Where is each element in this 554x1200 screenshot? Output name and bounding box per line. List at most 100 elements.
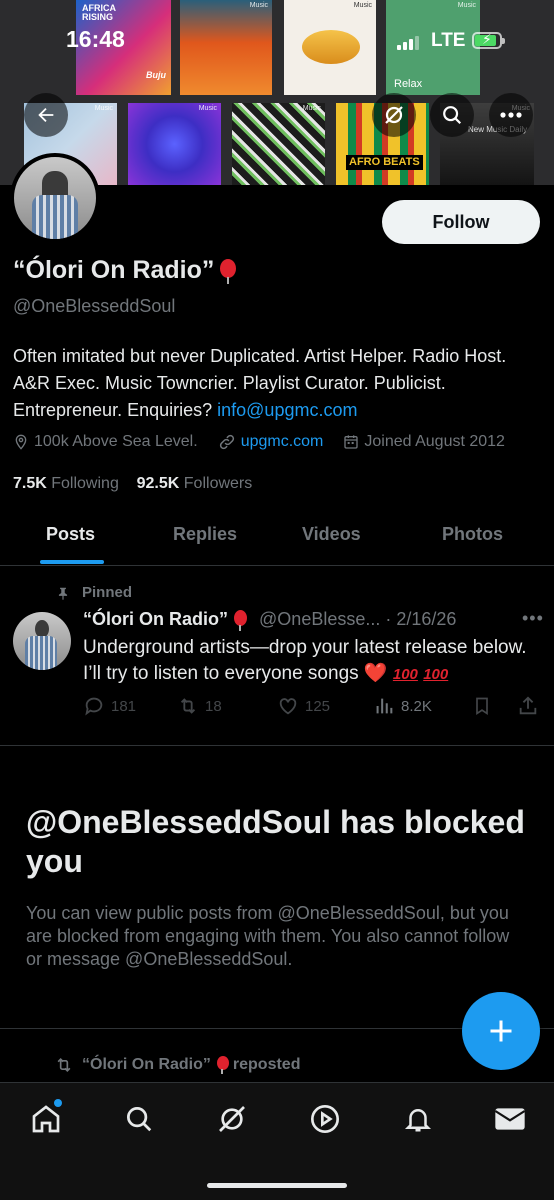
compose-plus-icon [490, 1020, 512, 1042]
home-icon [32, 1105, 60, 1133]
tile-subtitle: Buju [146, 70, 166, 80]
profile-tabs: Posts Replies Videos Photos [0, 510, 554, 566]
tab-videos[interactable]: Videos [302, 524, 361, 545]
home-indicator [207, 1183, 347, 1188]
profile-joined: Joined August 2012 [343, 433, 505, 451]
website-link[interactable]: upgmc.com [241, 433, 324, 451]
avatar-jacket [32, 195, 78, 239]
status-time: 16:48 [66, 26, 125, 52]
views-button[interactable]: 8.2K [373, 695, 432, 717]
profile-meta: 100k Above Sea Level. upgmc.com Joined A… [13, 433, 543, 451]
post-more-button[interactable]: ••• [522, 608, 544, 629]
apple-music-tag: Music [249, 2, 268, 9]
post-author-handle: @OneBlesse... [259, 609, 381, 629]
hundred-emoji: 100 [423, 666, 449, 683]
back-arrow-icon [38, 107, 54, 123]
signal-icon [397, 36, 419, 50]
tab-replies[interactable]: Replies [173, 524, 237, 545]
pinned-label: Pinned [82, 584, 133, 601]
balloon-emoji-icon [215, 1056, 229, 1074]
post-header: “Ólori On Radio” @OneBlesse... · 2/16/26 [83, 609, 457, 632]
post-text[interactable]: Underground artists—drop your latest rel… [83, 635, 543, 688]
following-link[interactable]: 7.5K Following [13, 475, 119, 492]
hundred-emoji: 100 [392, 666, 418, 683]
grok-button[interactable] [372, 93, 416, 137]
repost-count: 18 [205, 697, 222, 715]
like-icon [279, 698, 297, 715]
explore-icon [127, 1107, 152, 1132]
repost-author: “Ólori On Radio” [82, 1056, 211, 1073]
repost-suffix: reposted [232, 1056, 301, 1073]
balloon-emoji-icon [232, 610, 248, 632]
calendar-icon [344, 435, 359, 449]
nav-grok[interactable] [212, 1099, 252, 1139]
profile-website[interactable]: upgmc.com [218, 433, 324, 451]
profile-display-name: “Ólori On Radio” [13, 256, 238, 285]
apple-music-tag: Music [198, 105, 217, 112]
post-date: · 2/16/26 [385, 609, 457, 629]
compose-button[interactable] [462, 992, 540, 1070]
reply-button[interactable]: 181 [83, 695, 136, 717]
view-count: 8.2K [401, 697, 432, 715]
location-icon [15, 434, 27, 450]
profile-handle: @OneBlesseddSoul [13, 296, 176, 316]
like-count: 125 [305, 697, 331, 715]
post-author-name[interactable]: “Ólori On Radio” [83, 609, 228, 629]
bookmark-button[interactable] [472, 695, 498, 717]
grok-nav-icon [219, 1106, 245, 1132]
post-actions: 181 18 125 8.2K [83, 695, 543, 721]
banner-tile-7: Music [232, 103, 325, 185]
active-tab-indicator [40, 560, 104, 564]
like-button[interactable]: 125 [277, 695, 330, 717]
reply-icon [85, 697, 103, 716]
banner-tile-blue-rose: Music [128, 103, 221, 185]
network-type: LTE [431, 30, 466, 51]
following-count: 7.5K [13, 475, 47, 492]
apple-music-tag: Music [302, 105, 321, 112]
grok-icon [385, 106, 403, 124]
tile-title: Relax [394, 78, 423, 90]
display-name-text: “Ólori On Radio” [13, 256, 215, 284]
back-button[interactable] [24, 93, 68, 137]
follow-button[interactable]: Follow [382, 200, 540, 244]
link-icon [219, 434, 234, 450]
nav-home[interactable] [26, 1099, 66, 1139]
nav-explore[interactable] [119, 1099, 159, 1139]
heart-emoji: ❤️ [363, 663, 388, 684]
profile-avatar[interactable] [10, 153, 100, 243]
location-text: 100k Above Sea Level. [34, 433, 198, 450]
profile-location: 100k Above Sea Level. [13, 433, 198, 451]
tab-photos[interactable]: Photos [442, 524, 503, 545]
video-icon [311, 1105, 339, 1133]
divider [0, 745, 554, 746]
repost-button[interactable]: 18 [177, 695, 222, 717]
nav-video[interactable] [305, 1099, 345, 1139]
joined-text: Joined August 2012 [364, 433, 505, 450]
tab-posts[interactable]: Posts [46, 524, 95, 545]
bio-email-link[interactable]: info@upgmc.com [217, 400, 357, 420]
nav-messages[interactable] [490, 1099, 530, 1139]
post-author-avatar[interactable] [13, 612, 71, 670]
followers-count: 92.5K [136, 475, 180, 492]
follow-counts: 7.5K Following 92.5K Followers [13, 475, 252, 493]
share-button[interactable] [517, 695, 545, 717]
apple-music-tag: Music [94, 105, 113, 112]
profile-banner[interactable]: AFRICA RISING Buju Music Music Music Rel… [0, 0, 554, 185]
avatar-jacket [25, 636, 57, 670]
profile-bio: Often imitated but never Duplicated. Art… [13, 343, 539, 424]
views-icon [376, 698, 393, 714]
reply-count: 181 [111, 697, 137, 715]
apple-music-tag: Music [457, 2, 476, 9]
post-body: Underground artists—drop your latest rel… [83, 637, 527, 684]
followers-label: Followers [183, 475, 253, 492]
repost-indicator: “Ólori On Radio” reposted [54, 1055, 300, 1075]
search-button[interactable] [430, 93, 474, 137]
repost-icon [57, 1057, 71, 1073]
repost-icon [180, 698, 196, 714]
followers-link[interactable]: 92.5K Followers [137, 475, 253, 492]
pin-icon [58, 587, 68, 600]
nav-notifications[interactable] [398, 1099, 438, 1139]
blocked-description: You can view public posts from @OneBless… [26, 903, 510, 969]
mail-icon [494, 1108, 526, 1130]
more-button[interactable] [489, 93, 533, 137]
